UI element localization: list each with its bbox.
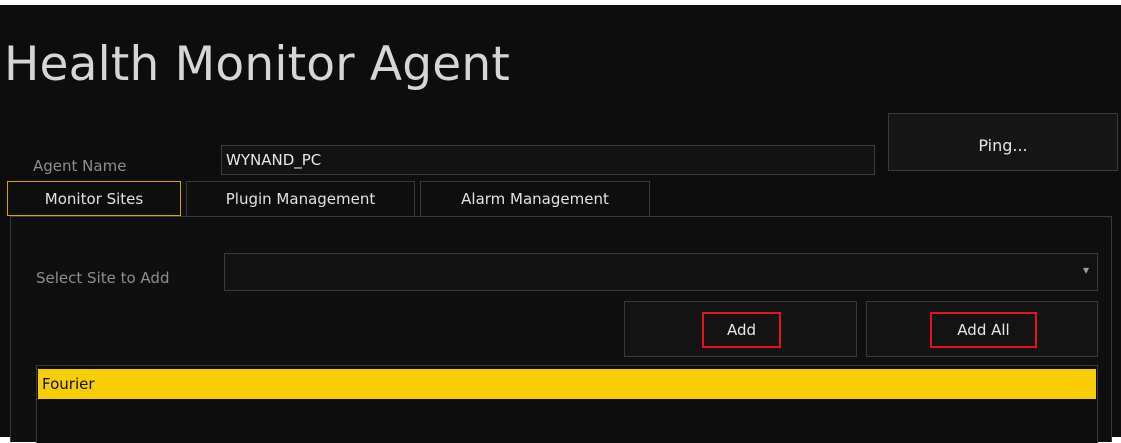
tab-plugin-management[interactable]: Plugin Management xyxy=(186,181,415,216)
tab-label: Plugin Management xyxy=(225,190,376,208)
agent-name-label: Agent Name xyxy=(33,157,127,175)
select-site-dropdown[interactable]: ▾ xyxy=(224,253,1098,291)
add-button[interactable]: Add xyxy=(624,301,857,357)
monitored-sites-list[interactable]: Fourier xyxy=(36,365,1098,443)
list-item[interactable]: Fourier xyxy=(38,369,1096,399)
page-title: Health Monitor Agent xyxy=(4,37,510,92)
monitor-sites-panel: Select Site to Add ▾ Add Add All Fourier xyxy=(10,216,1112,443)
add-all-button-label: Add All xyxy=(930,312,1037,348)
add-button-label: Add xyxy=(702,312,781,348)
tab-label: Alarm Management xyxy=(461,190,609,208)
select-site-label: Select Site to Add xyxy=(36,269,170,287)
health-monitor-window: Health Monitor Agent Agent Name Ping... … xyxy=(0,5,1121,443)
tab-monitor-sites[interactable]: Monitor Sites xyxy=(7,181,181,216)
ping-button[interactable]: Ping... xyxy=(888,113,1118,171)
chevron-down-icon: ▾ xyxy=(1082,263,1089,277)
agent-name-field[interactable] xyxy=(221,145,875,175)
tab-label: Monitor Sites xyxy=(44,189,144,208)
add-all-button[interactable]: Add All xyxy=(866,301,1098,357)
tab-alarm-management[interactable]: Alarm Management xyxy=(420,181,650,216)
